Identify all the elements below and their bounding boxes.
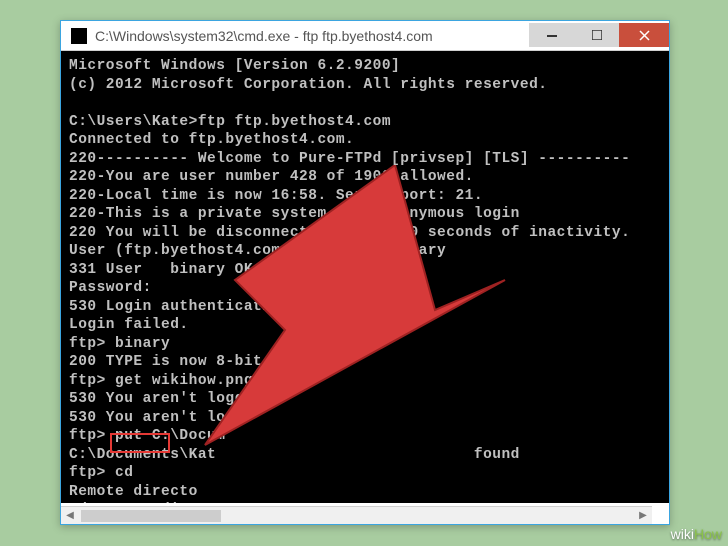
line: Password:: [69, 280, 152, 296]
line: Connected to ftp.byethost4.com.: [69, 132, 354, 148]
horizontal-scrollbar[interactable]: ◀ ▶: [61, 506, 652, 524]
line: C:\Documents\Kat found: [69, 447, 520, 463]
line: 220-This is a private system - No anonym…: [69, 206, 520, 222]
minimize-icon: [547, 30, 557, 40]
terminal-output[interactable]: Microsoft Windows [Version 6.2.9200] (c)…: [61, 51, 669, 503]
line: ftp> cd: [69, 465, 133, 481]
line: 220-You are user number 428 of 1900 allo…: [69, 169, 474, 185]
brand-how: How: [694, 526, 722, 542]
line: 530 Login authentication f: [69, 299, 308, 315]
line: ftp> get wikihow.png: [69, 373, 253, 389]
line: 220---------- Welcome to Pure-FTPd [priv…: [69, 151, 630, 167]
wikihow-watermark: wikiHow: [671, 526, 722, 542]
close-icon: [639, 30, 650, 41]
minimize-button[interactable]: [529, 23, 574, 47]
line: 220 You will be disconnected aft 60 seco…: [69, 225, 630, 241]
cmd-window: C:\Windows\system32\cmd.exe - ftp ftp.by…: [60, 20, 670, 525]
scroll-left-button[interactable]: ◀: [61, 507, 79, 524]
scroll-thumb[interactable]: [81, 510, 221, 522]
line: User (ftp.byethost4.com:(none)) binary: [69, 243, 446, 259]
line: 331 User binary OK. Password ired: [69, 262, 419, 278]
line: 220-Local time is now 16:58. Server port…: [69, 188, 483, 204]
brand-wiki: wiki: [671, 526, 694, 542]
line: Login failed.: [69, 317, 189, 333]
line: ftp> put C:\Docum: [69, 428, 225, 444]
scroll-track[interactable]: [79, 507, 634, 524]
line: ftp> binary: [69, 336, 170, 352]
close-button[interactable]: [619, 23, 669, 47]
window-title: C:\Windows\system32\cmd.exe - ftp ftp.by…: [95, 28, 529, 44]
line: (c) 2012 Microsoft Corporation. All righ…: [69, 77, 547, 93]
scroll-right-button[interactable]: ▶: [634, 507, 652, 524]
maximize-button[interactable]: [574, 23, 619, 47]
line: Microsoft Windows [Version 6.2.9200]: [69, 58, 400, 74]
line: cd remote di: [69, 502, 179, 503]
line: 530 You aren't logge: [69, 391, 253, 407]
line: 200 TYPE is now 8-bit b: [69, 354, 281, 370]
line: C:\Users\Kate>ftp ftp.byethost4.com: [69, 114, 391, 130]
line: Remote directo: [69, 484, 198, 500]
line: 530 You aren't logg: [69, 410, 244, 426]
maximize-icon: [592, 30, 602, 40]
titlebar[interactable]: C:\Windows\system32\cmd.exe - ftp ftp.by…: [61, 21, 669, 51]
window-controls: [529, 24, 669, 47]
cmd-icon: [71, 28, 87, 44]
